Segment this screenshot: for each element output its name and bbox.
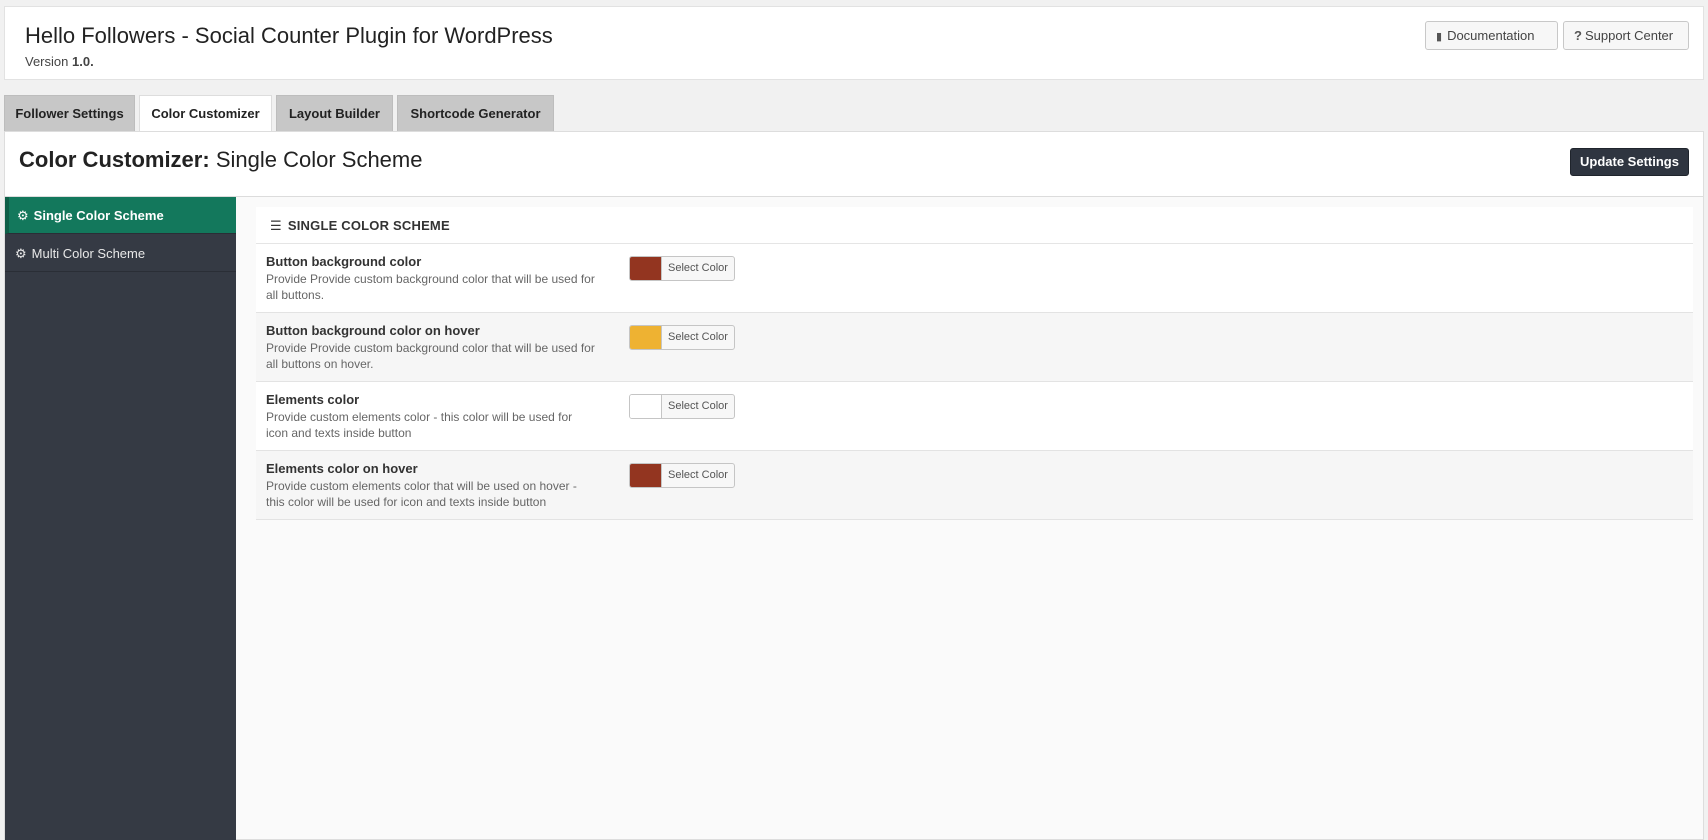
book-icon: ▮ [1436,31,1443,43]
setting-description: Provide custom elements color - this col… [266,410,573,440]
color-picker-button-bg[interactable]: Select Color [629,256,735,281]
support-center-label: Support Center [1584,28,1674,43]
support-center-button[interactable]: ? Support Center [1563,21,1689,50]
setting-label: Button background color [266,254,422,269]
version-prefix: Version [25,54,69,69]
setting-label: Elements color on hover [266,461,418,476]
plugin-version: Version 1.0. [25,54,94,69]
color-swatch [630,326,662,349]
select-color-label: Select Color [668,331,728,343]
documentation-button[interactable]: ▮ Documentation [1425,21,1558,50]
setting-label: Elements color [266,392,360,407]
page: Hello Followers - Social Counter Plugin … [0,0,1708,840]
sidebar-item-multi-color-scheme[interactable]: ⚙ Multi Color Scheme [5,235,236,272]
select-color-label: Select Color [668,400,728,412]
select-color-label: Select Color [668,469,728,481]
sidebar: ⚙ Single Color Scheme ⚙ Multi Color Scheme [5,197,236,840]
color-picker-elements-color[interactable]: Select Color [629,394,735,419]
question-icon: ? [1574,28,1582,43]
color-swatch [630,257,662,280]
version-number: 1.0. [72,54,94,69]
setting-row-elements-color-hover: Elements color on hover Provide custom e… [256,451,1693,520]
color-picker-button-bg-hover[interactable]: Select Color [629,325,735,350]
plugin-header: Hello Followers - Social Counter Plugin … [4,6,1704,80]
update-settings-button[interactable]: Update Settings [1570,148,1689,176]
setting-row-button-bg-hover: Button background color on hover Provide… [256,313,1693,382]
sidebar-item-label: Single Color Scheme [33,208,164,223]
bars-icon: ☰ [270,218,282,233]
setting-description: Provide Provide custom background color … [266,272,595,302]
gear-icon: ⚙ [15,246,27,261]
color-swatch [630,464,662,487]
setting-row-elements-color: Elements color Provide custom elements c… [256,382,1693,451]
sidebar-item-single-color-scheme[interactable]: ⚙ Single Color Scheme [5,197,236,234]
settings-content: ☰ SINGLE COLOR SCHEME Button background c… [256,207,1693,520]
setting-row-button-bg: Button background color Provide Provide … [256,244,1693,313]
page-title: Color Customizer: Single Color Scheme [19,147,422,173]
plugin-title: Hello Followers - Social Counter Plugin … [25,23,553,48]
setting-description: Provide custom elements color that will … [266,479,577,509]
gear-icon: ⚙ [17,208,29,223]
page-title-section: Color Customizer: [19,147,210,172]
section-heading: ☰ SINGLE COLOR SCHEME [256,207,1693,244]
page-title-subsection: Single Color Scheme [215,147,423,172]
setting-label: Button background color on hover [266,323,480,338]
settings-panel: Color Customizer: Single Color Scheme Up… [4,131,1704,840]
tab-color-customizer[interactable]: Color Customizer [139,95,272,132]
section-heading-label: SINGLE COLOR SCHEME [287,218,450,233]
tab-follower-settings[interactable]: Follower Settings [4,95,135,131]
setting-description: Provide Provide custom background color … [266,341,595,371]
color-swatch [630,395,662,418]
tab-shortcode-generator[interactable]: Shortcode Generator [397,95,554,131]
tab-layout-builder[interactable]: Layout Builder [276,95,393,131]
color-picker-elements-color-hover[interactable]: Select Color [629,463,735,488]
select-color-label: Select Color [668,262,728,274]
panel-header: Color Customizer: Single Color Scheme Up… [5,132,1703,197]
sidebar-item-label: Multi Color Scheme [31,246,146,261]
documentation-label: Documentation [1447,28,1535,43]
